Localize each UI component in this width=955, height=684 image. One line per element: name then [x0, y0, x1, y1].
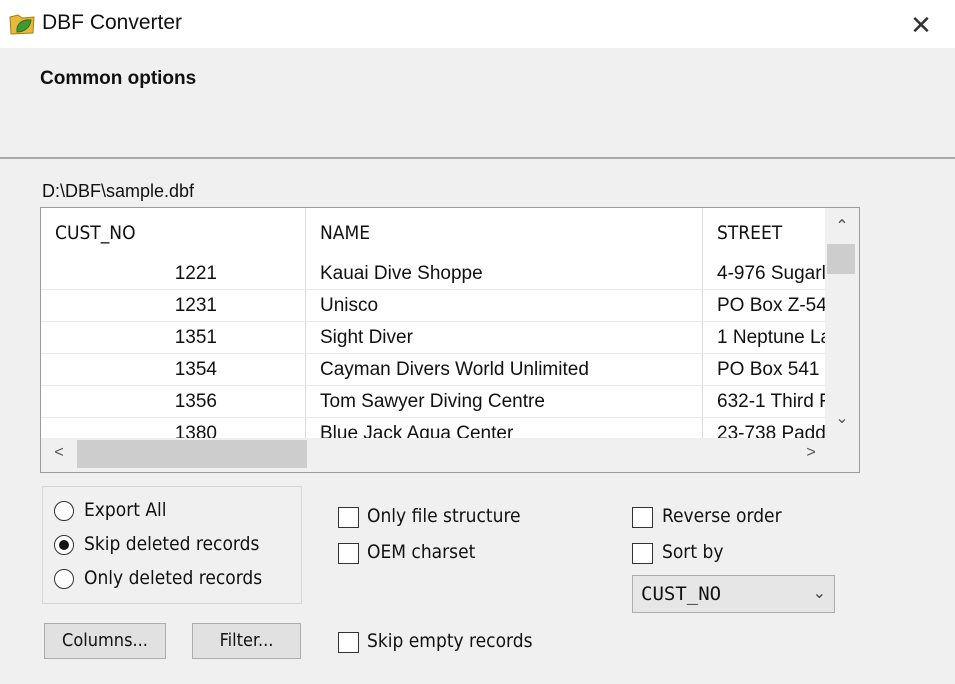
- cell-street: 4-976 Sugarloaf Hwy: [717, 263, 826, 284]
- checkbox-oem-charset[interactable]: [338, 543, 359, 564]
- checkbox-label-oem-charset[interactable]: OEM charset: [367, 541, 475, 563]
- table-row[interactable]: 1231 Unisco PO Box Z-547: [41, 290, 826, 322]
- column-header-name[interactable]: NAME: [306, 208, 703, 258]
- cell-cust-no: 1380: [41, 418, 306, 438]
- radio-label-only-deleted[interactable]: Only deleted records: [84, 567, 262, 589]
- cell-cust-no: 1356: [41, 386, 306, 417]
- checkbox-label-only-file-structure[interactable]: Only file structure: [367, 505, 521, 527]
- checkbox-label-reverse-order[interactable]: Reverse order: [662, 505, 782, 527]
- cell-name: Tom Sawyer Diving Centre: [306, 386, 703, 417]
- column-header-street[interactable]: STREET: [703, 208, 826, 258]
- checkbox-label-sort-by[interactable]: Sort by: [662, 541, 723, 563]
- cell-name: Unisco: [306, 290, 703, 321]
- cell-name: Kauai Dive Shoppe: [306, 258, 703, 289]
- window-title: DBF Converter: [42, 11, 183, 34]
- title-bar: DBF Converter ✕: [0, 0, 955, 48]
- table-row[interactable]: 1221 Kauai Dive Shoppe 4-976 Sugarloaf H…: [41, 258, 826, 290]
- close-icon[interactable]: ✕: [904, 8, 938, 42]
- radio-export-all[interactable]: [54, 501, 74, 521]
- vertical-scroll-thumb[interactable]: [827, 244, 855, 274]
- cell-name: Sight Diver: [306, 322, 703, 353]
- vertical-scrollbar[interactable]: [825, 208, 859, 438]
- table-row[interactable]: 1356 Tom Sawyer Diving Centre 632-1 Thir…: [41, 386, 826, 418]
- cell-cust-no: 1351: [41, 322, 306, 353]
- checkbox-sort-by[interactable]: [632, 543, 653, 564]
- chevron-down-icon: ⌄: [812, 585, 826, 602]
- column-header-cust-no[interactable]: CUST_NO: [41, 208, 306, 258]
- table-row[interactable]: 1380 Blue Jack Aqua Center 23-738 Paddin…: [41, 418, 826, 438]
- columns-button[interactable]: Columns...: [44, 623, 166, 659]
- checkbox-label-skip-empty-records[interactable]: Skip empty records: [367, 630, 532, 652]
- sort-field-select[interactable]: CUST_NO ⌄: [632, 575, 835, 613]
- radio-only-deleted[interactable]: [54, 569, 74, 589]
- radio-label-skip-deleted[interactable]: Skip deleted records: [84, 533, 259, 555]
- filter-button[interactable]: Filter...: [192, 623, 301, 659]
- cell-name: Blue Jack Aqua Center: [306, 418, 703, 438]
- scroll-up-icon[interactable]: ⌃: [832, 216, 852, 236]
- table-row[interactable]: 1354 Cayman Divers World Unlimited PO Bo…: [41, 354, 826, 386]
- folder-leaf-icon: [9, 14, 35, 35]
- scroll-left-icon[interactable]: <: [49, 444, 69, 462]
- cell-street: PO Box 541: [717, 359, 820, 380]
- header-band: [0, 48, 955, 157]
- cell-cust-no: 1231: [41, 290, 306, 321]
- scroll-right-icon[interactable]: >: [801, 444, 821, 462]
- sort-field-value: CUST_NO: [641, 583, 722, 605]
- cell-name: Cayman Divers World Unlimited: [306, 354, 703, 385]
- data-grid[interactable]: CUST_NO NAME STREET 1221 Kauai Dive Shop…: [40, 207, 860, 473]
- radio-label-export-all[interactable]: Export All: [84, 499, 167, 521]
- cell-street: 1 Neptune Lane: [717, 327, 826, 348]
- cell-cust-no: 1221: [41, 258, 306, 289]
- cell-cust-no: 1354: [41, 354, 306, 385]
- scroll-down-icon[interactable]: ⌄: [832, 408, 852, 428]
- cell-street: PO Box Z-547: [717, 295, 826, 316]
- horizontal-scroll-thumb[interactable]: [77, 440, 307, 468]
- cell-street: 632-1 Third Frydenhoj: [717, 391, 826, 412]
- checkbox-only-file-structure[interactable]: [338, 507, 359, 528]
- checkbox-reverse-order[interactable]: [632, 507, 653, 528]
- table-row[interactable]: 1351 Sight Diver 1 Neptune Lane: [41, 322, 826, 354]
- page-title: Common options: [40, 68, 197, 89]
- radio-skip-deleted[interactable]: [54, 535, 74, 555]
- cell-street: 23-738 Paddington Lane: [717, 423, 826, 438]
- checkbox-skip-empty-records[interactable]: [338, 632, 359, 653]
- file-path-label: D:\DBF\sample.dbf: [42, 181, 195, 201]
